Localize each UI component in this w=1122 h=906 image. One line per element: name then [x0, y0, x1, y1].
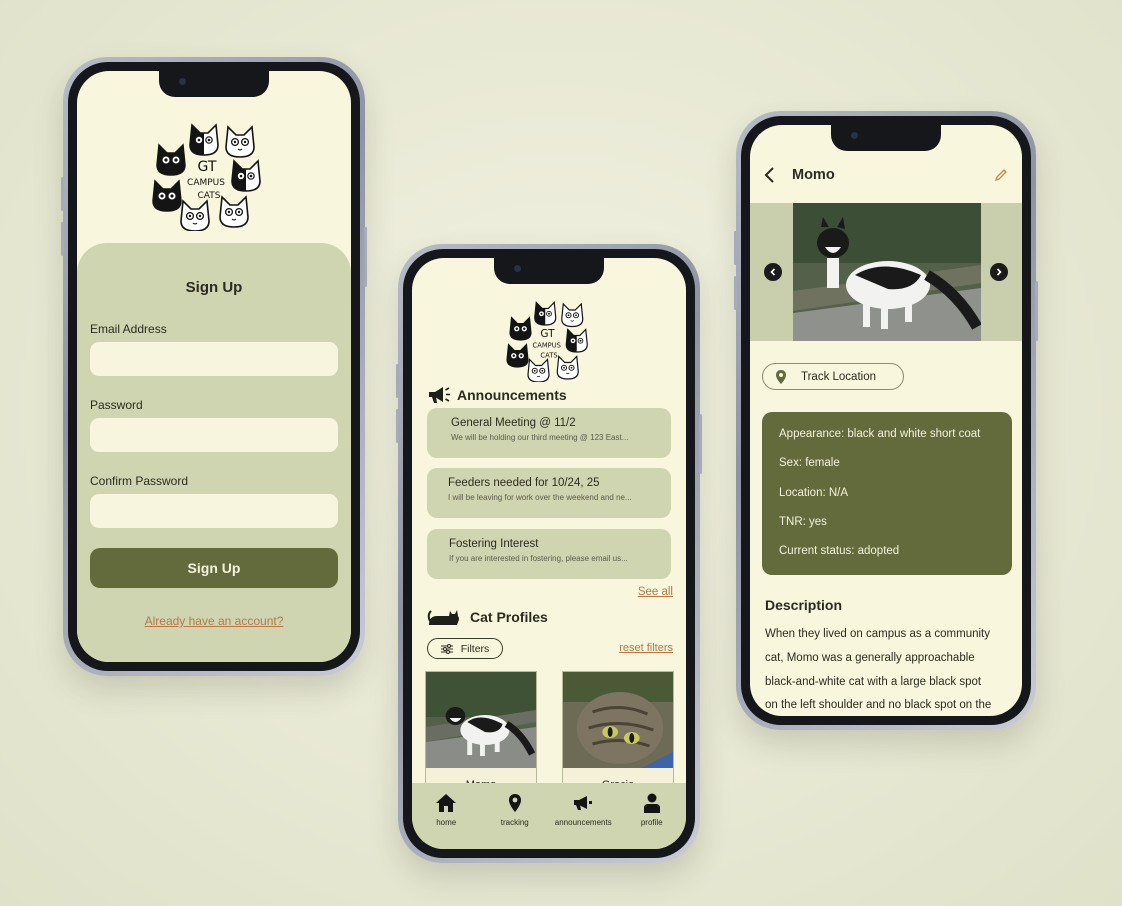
- info-location: Location: N/A: [779, 486, 849, 499]
- announcement-title: Feeders needed for 10/24, 25: [448, 477, 600, 489]
- announcement-preview: If you are interested in fostering, plea…: [449, 554, 628, 563]
- location-pin-icon: [508, 794, 521, 812]
- announcement-title: General Meeting @ 11/2: [451, 417, 576, 429]
- home-icon: [436, 794, 457, 812]
- cat-info-box: Appearance: black and white short coat S…: [762, 412, 1012, 575]
- notch: [831, 125, 941, 151]
- password-field[interactable]: [90, 418, 338, 452]
- already-have-account-link[interactable]: Already have an account?: [90, 614, 338, 628]
- cat-profiles-title: Cat Profiles: [470, 609, 548, 625]
- confirm-password-field[interactable]: [90, 494, 338, 528]
- description-line: black-and-white cat with a large black s…: [765, 675, 982, 688]
- email-field[interactable]: [90, 342, 338, 376]
- announcement-card[interactable]: Feeders needed for 10/24, 25 I will be l…: [427, 468, 671, 518]
- filters-label: Filters: [460, 642, 490, 655]
- notch: [159, 71, 269, 97]
- announcement-preview: I will be leaving for work over the week…: [448, 493, 632, 502]
- signup-form: Sign Up Email Address Password Confirm P…: [77, 243, 351, 662]
- phone-home: GT CAMPUS CATS Announcements General Mee…: [396, 244, 702, 863]
- description-line: When they lived on campus as a community: [765, 628, 990, 640]
- cat-photo: [563, 672, 673, 768]
- announcement-title: Fostering Interest: [449, 538, 539, 550]
- cat-card[interactable]: Momo: [425, 671, 537, 789]
- svg-text:GT: GT: [540, 328, 555, 340]
- cat-card[interactable]: Gracie: [562, 671, 674, 789]
- svg-text:CATS: CATS: [198, 191, 221, 201]
- description-title: Description: [765, 597, 843, 613]
- nav-home[interactable]: home: [414, 793, 478, 827]
- announcement-preview: We will be holding our third meeting @ 1…: [451, 433, 629, 442]
- reset-filters-link[interactable]: reset filters: [619, 642, 673, 654]
- see-all-link[interactable]: See all: [638, 586, 673, 598]
- cat-photo: [426, 672, 536, 768]
- sliders-icon: [440, 643, 453, 654]
- phone-cat-detail: Momo Track Location Appearance: black an…: [734, 111, 1038, 730]
- photo-carousel: [750, 203, 1022, 341]
- back-arrow-icon[interactable]: [764, 167, 776, 183]
- nav-profile[interactable]: profile: [620, 793, 684, 827]
- announcements-title: Announcements: [457, 387, 567, 403]
- svg-text:CATS: CATS: [540, 351, 557, 359]
- gt-campus-cats-logo: GT CAMPUS CATS: [149, 119, 269, 231]
- pencil-icon[interactable]: [994, 168, 1008, 182]
- track-location-button[interactable]: Track Location: [762, 363, 904, 390]
- nav-tracking[interactable]: tracking: [483, 793, 547, 827]
- svg-text:CAMPUS: CAMPUS: [187, 178, 225, 188]
- nav-label: tracking: [500, 818, 529, 827]
- cat-silhouette-icon: [427, 610, 459, 625]
- cat-detail-screen: Momo Track Location Appearance: black an…: [750, 125, 1022, 716]
- description-text: When they lived on campus as a community…: [765, 623, 1015, 716]
- person-icon: [643, 793, 660, 813]
- signup-screen: GT CAMPUS CATS Sign Up Email Address Pas…: [77, 71, 351, 662]
- announcements-header: Announcements: [427, 385, 567, 405]
- notch: [494, 258, 604, 284]
- chevron-right-icon: [996, 268, 1002, 276]
- megaphone-icon: [574, 796, 593, 810]
- email-label: Email Address: [90, 322, 167, 336]
- carousel-prev-button[interactable]: [764, 263, 782, 281]
- signup-title: Sign Up: [185, 279, 243, 296]
- track-location-label: Track Location: [801, 370, 876, 383]
- info-sex: Sex: female: [779, 457, 840, 470]
- password-label: Password: [90, 398, 143, 412]
- home-screen: GT CAMPUS CATS Announcements General Mee…: [412, 258, 686, 849]
- detail-header: Momo: [764, 163, 1008, 187]
- confirm-password-label: Confirm Password: [90, 474, 189, 488]
- megaphone-icon: [429, 387, 450, 403]
- description-line: cat, Momo was a generally approachable: [765, 651, 975, 664]
- svg-text:GT: GT: [198, 159, 217, 175]
- chevron-left-icon: [770, 268, 776, 276]
- announcement-card[interactable]: Fostering Interest If you are interested…: [427, 529, 671, 579]
- filters-button[interactable]: Filters: [427, 638, 503, 659]
- bottom-nav: home tracking announcements profile: [412, 783, 686, 849]
- info-status: Current status: adopted: [779, 545, 900, 558]
- phone-signup: GT CAMPUS CATS Sign Up Email Address Pas…: [61, 57, 367, 676]
- gt-campus-cats-logo: GT CAMPUS CATS: [504, 298, 594, 382]
- description-line: on the left shoulder and no black spot o…: [765, 699, 992, 712]
- nav-label: announcements: [554, 818, 612, 827]
- cat-profiles-header: Cat Profiles: [427, 607, 548, 627]
- nav-announcements[interactable]: announcements: [551, 793, 615, 827]
- nav-label: home: [436, 818, 457, 827]
- nav-label: profile: [640, 818, 663, 827]
- announcement-card[interactable]: General Meeting @ 11/2 We will be holdin…: [427, 408, 671, 458]
- svg-text:CAMPUS: CAMPUS: [533, 342, 561, 350]
- info-tnr: TNR: yes: [779, 515, 827, 528]
- signup-button[interactable]: Sign Up: [90, 548, 338, 588]
- location-pin-icon: [776, 369, 786, 384]
- cat-photo: [793, 203, 981, 341]
- info-appearance: Appearance: black and white short coat: [779, 428, 981, 440]
- carousel-next-button[interactable]: [990, 263, 1008, 281]
- cat-name-title: Momo: [792, 167, 835, 183]
